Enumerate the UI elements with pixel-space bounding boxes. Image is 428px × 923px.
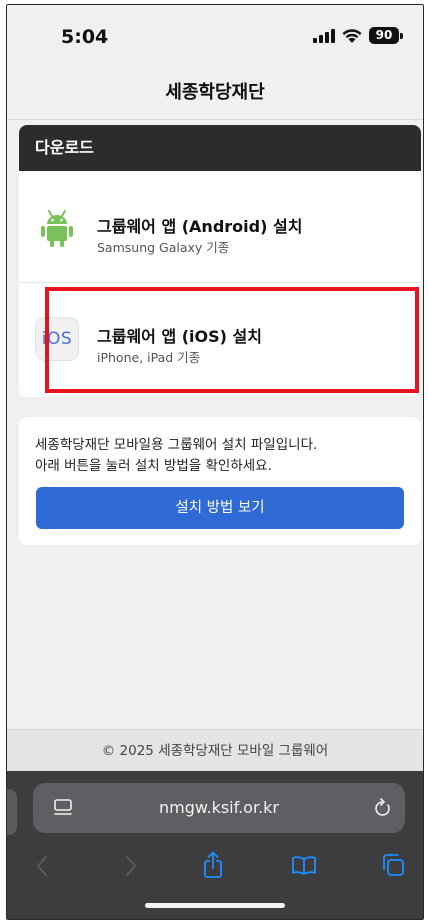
ios-highlight-box	[45, 287, 419, 393]
forward-icon[interactable]	[124, 855, 138, 877]
android-icon	[35, 205, 79, 249]
android-install-item[interactable]: 그룹웨어 앱 (Android) 설치 Samsung Galaxy 기종	[19, 171, 421, 283]
view-install-guide-button[interactable]: 설치 방법 보기	[36, 487, 404, 529]
url-text: nmgw.ksif.or.kr	[158, 798, 279, 817]
bookmarks-icon[interactable]	[291, 854, 317, 876]
reload-icon[interactable]	[373, 797, 393, 819]
info-text-line2: 아래 버튼을 눌러 설치 방법을 확인하세요.	[35, 458, 272, 474]
address-bar[interactable]: nmgw.ksif.or.kr	[33, 783, 405, 833]
back-icon[interactable]	[35, 855, 49, 877]
info-text-line1: 세종학당재단 모바일용 그룹웨어 설치 파일입니다.	[35, 437, 318, 453]
status-bar: 5:04 90	[7, 5, 423, 69]
previous-tab-edge[interactable]	[7, 789, 17, 835]
android-install-subtitle: Samsung Galaxy 기종	[97, 240, 230, 255]
page-title: 세종학당재단	[7, 69, 423, 120]
phone-frame: 5:04 90 세종학당재단 다운로드 그룹웨어 앱 (Android) 설치 …	[6, 4, 424, 920]
battery-indicator: 90	[369, 27, 399, 44]
cellular-signal-icon	[313, 29, 335, 43]
download-heading: 다운로드	[19, 125, 421, 171]
wifi-icon	[342, 29, 362, 43]
footer-copyright: © 2025 세종학당재단 모바일 그룹웨어	[7, 729, 423, 772]
info-card: 세종학당재단 모바일용 그룹웨어 설치 파일입니다. 아래 버튼을 눌러 설치 …	[19, 417, 421, 545]
android-install-title: 그룹웨어 앱 (Android) 설치	[97, 217, 303, 236]
status-time: 5:04	[61, 26, 109, 48]
browser-toolbar: nmgw.ksif.or.kr	[7, 771, 423, 919]
share-icon[interactable]	[202, 851, 224, 879]
home-indicator	[145, 903, 285, 908]
battery-tip	[400, 33, 403, 39]
tabs-icon[interactable]	[381, 853, 405, 877]
